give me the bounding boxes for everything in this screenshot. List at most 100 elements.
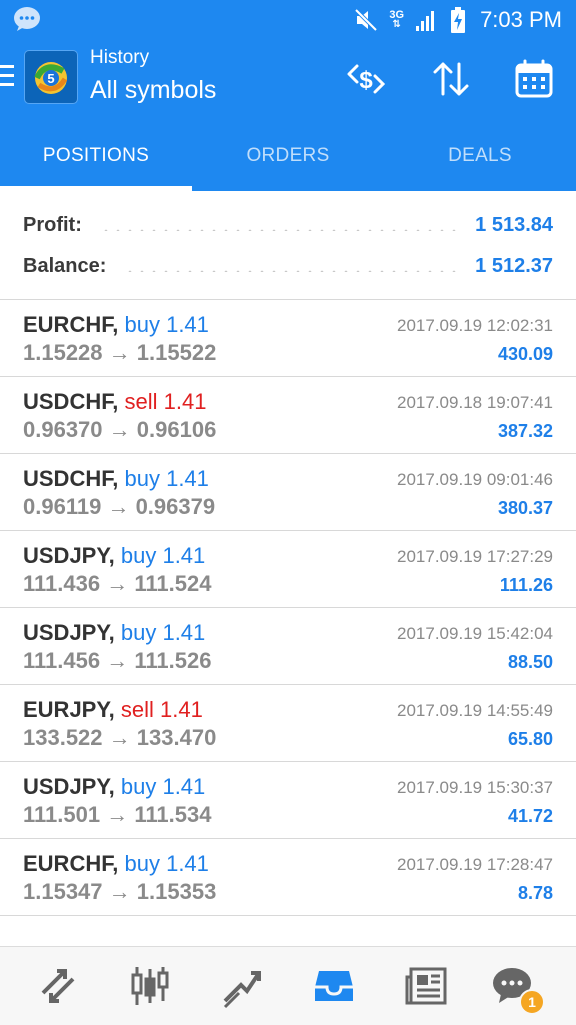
position-profit: 380.37: [497, 498, 553, 518]
symbol-name: USDJPY,: [23, 774, 115, 799]
metatrader-logo[interactable]: 5: [25, 51, 77, 103]
arrow-right-icon: →: [108, 340, 131, 365]
price-line: 111.436 → 111.524: [23, 571, 211, 597]
open-price: 1.15347: [23, 879, 103, 904]
position-datetime: 2017.09.19 14:55:49: [397, 701, 553, 720]
sort-icon[interactable]: [428, 56, 474, 102]
position-row[interactable]: USDJPY, buy 1.41 111.436 → 111.524 2017.…: [0, 531, 576, 608]
position-profit: 387.32: [497, 421, 553, 441]
trade-side: buy: [124, 312, 160, 337]
app-logo-icon: 5: [34, 62, 68, 94]
position-row[interactable]: EURJPY, sell 1.41 133.522 → 133.470 2017…: [0, 685, 576, 762]
quotes-icon[interactable]: [35, 963, 81, 1009]
price-line: 1.15347 → 1.15353: [23, 879, 216, 905]
position-symbol-line: USDJPY, buy 1.41: [23, 543, 205, 569]
symbol-name: EURCHF,: [23, 312, 119, 337]
position-profit: 111.26: [499, 575, 553, 595]
dotted-leader: [99, 229, 458, 231]
arrow-right-icon: →: [107, 494, 130, 519]
position-symbol-line: USDCHF, sell 1.41: [23, 389, 206, 415]
trade-volume: 1.41: [162, 620, 206, 645]
trade-volume: 1.41: [166, 312, 209, 337]
close-price: 0.96106: [136, 417, 217, 442]
header-subtitle: History: [90, 47, 150, 68]
position-profit: 88.50: [507, 652, 553, 672]
open-price: 111.456: [23, 648, 101, 673]
position-symbol-line: EURJPY, sell 1.41: [23, 697, 203, 723]
position-row[interactable]: USDCHF, buy 1.41 0.96119 → 0.96379 2017.…: [0, 454, 576, 531]
news-icon[interactable]: [403, 963, 449, 1009]
position-symbol-line: USDJPY, buy 1.41: [23, 620, 205, 646]
position-symbol-line: EURCHF, buy 1.41: [23, 312, 209, 338]
open-price: 0.96370: [23, 417, 103, 442]
close-price: 0.96379: [135, 494, 216, 519]
price-line: 111.501 → 111.534: [23, 802, 211, 828]
status-bar: 3G ⇅ 7:03 PM: [0, 0, 576, 40]
dotted-leader: [124, 270, 458, 272]
bottom-navigation: 1: [0, 946, 576, 1025]
position-row[interactable]: USDJPY, buy 1.41 111.501 → 111.534 2017.…: [0, 762, 576, 839]
header-title[interactable]: All symbols: [90, 76, 216, 105]
tab-orders[interactable]: ORDERS: [192, 120, 384, 191]
symbol-name: USDJPY,: [23, 543, 115, 568]
position-symbol-line: USDJPY, buy 1.41: [23, 774, 205, 800]
close-price: 111.526: [134, 648, 212, 673]
symbol-name: EURJPY,: [23, 697, 115, 722]
price-line: 0.96119 → 0.96379: [23, 494, 215, 520]
balance-value: 1 512.37: [475, 254, 553, 277]
chart-candles-icon[interactable]: [127, 963, 173, 1009]
position-profit: 65.80: [507, 729, 553, 749]
tab-bar: POSITIONS ORDERS DEALS: [0, 120, 576, 191]
trade-volume: 1.41: [163, 389, 207, 414]
open-price: 0.96119: [23, 494, 102, 519]
signal-icon: [416, 11, 435, 31]
trade-volume: 1.41: [166, 466, 209, 491]
chat-badge: 1: [519, 989, 545, 1015]
history-inbox-icon[interactable]: [311, 963, 357, 1009]
network-type: 3G ⇅: [389, 9, 405, 30]
profit-label: Profit:: [23, 213, 82, 236]
price-line: 1.15228 → 1.15522: [23, 340, 216, 366]
arrow-right-icon: →: [106, 648, 129, 673]
position-datetime: 2017.09.19 09:01:46: [397, 470, 553, 489]
calendar-icon[interactable]: [511, 56, 557, 102]
position-profit: 41.72: [507, 806, 553, 826]
trade-volume: 1.41: [162, 543, 206, 568]
arrow-right-icon: →: [106, 802, 129, 827]
chat-nav[interactable]: 1: [491, 963, 545, 1015]
position-datetime: 2017.09.18 19:07:41: [397, 393, 553, 412]
trade-side: sell: [124, 389, 158, 414]
svg-text:$: $: [359, 67, 373, 94]
symbol-name: USDJPY,: [23, 620, 115, 645]
open-price: 111.501: [23, 802, 101, 827]
position-datetime: 2017.09.19 17:28:47: [397, 855, 553, 874]
position-row[interactable]: EURCHF, buy 1.41 1.15228 → 1.15522 2017.…: [0, 300, 576, 377]
position-row[interactable]: USDJPY, buy 1.41 111.456 → 111.526 2017.…: [0, 608, 576, 685]
trade-volume: 1.41: [159, 697, 203, 722]
trade-side: buy: [124, 851, 160, 876]
currency-exchange-icon[interactable]: $: [343, 56, 389, 102]
battery-charging-icon: [451, 7, 466, 33]
profit-row: Profit: 1 513.84: [23, 210, 553, 240]
position-symbol-line: USDCHF, buy 1.41: [23, 466, 209, 492]
menu-icon[interactable]: [0, 65, 14, 91]
position-profit: 8.78: [517, 883, 553, 903]
position-profit: 430.09: [497, 344, 553, 364]
position-datetime: 2017.09.19 15:42:04: [397, 624, 553, 643]
tab-positions[interactable]: POSITIONS: [0, 120, 192, 191]
trade-icon[interactable]: [219, 963, 265, 1009]
balance-label: Balance:: [23, 254, 107, 277]
arrow-right-icon: →: [106, 571, 129, 596]
status-time: 7:03 PM: [480, 7, 562, 32]
mute-icon: [354, 8, 378, 32]
close-price: 111.524: [134, 571, 212, 596]
tab-deals[interactable]: DEALS: [384, 120, 576, 191]
trade-side: buy: [120, 620, 157, 645]
position-row[interactable]: EURCHF, buy 1.41 1.15347 → 1.15353 2017.…: [0, 839, 576, 916]
price-line: 111.456 → 111.526: [23, 648, 211, 674]
positions-list: EURCHF, buy 1.41 1.15228 → 1.15522 2017.…: [0, 300, 576, 916]
svg-text:5: 5: [47, 71, 54, 86]
position-row[interactable]: USDCHF, sell 1.41 0.96370 → 0.96106 2017…: [0, 377, 576, 454]
close-price: 133.470: [136, 725, 217, 750]
close-price: 1.15353: [136, 879, 217, 904]
